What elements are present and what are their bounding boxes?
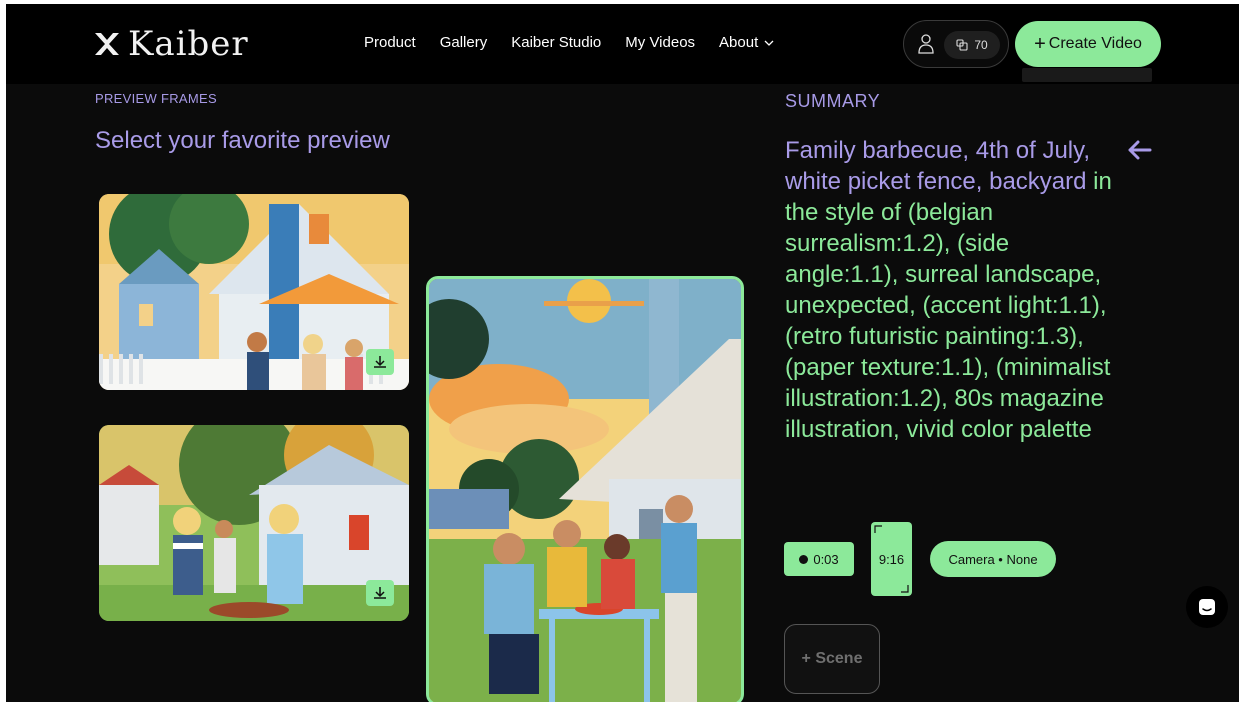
download-icon	[374, 356, 386, 368]
preview-frames-label: PREVIEW FRAMES	[95, 91, 217, 106]
back-arrow-icon[interactable]	[1124, 138, 1154, 162]
selected-preview-image	[429, 279, 741, 702]
menu-item-gallery[interactable]: Gallery	[440, 34, 488, 51]
add-scene-button[interactable]: + Scene	[784, 624, 880, 694]
create-video-label: Create Video	[1048, 35, 1142, 52]
kaiber-logo[interactable]: Kaiber	[92, 24, 249, 64]
plus-icon: +	[1034, 32, 1046, 55]
summary-label: SUMMARY	[785, 91, 881, 111]
duration-chip[interactable]: 0:03	[784, 542, 854, 576]
credits-count: 70	[974, 38, 988, 52]
credits-badge[interactable]: 70	[944, 31, 1000, 59]
preview-image-1	[99, 194, 409, 390]
download-button-2[interactable]	[366, 580, 394, 606]
menu-item-about[interactable]: About	[719, 34, 774, 51]
record-dot-icon	[799, 554, 809, 564]
chat-button[interactable]	[1186, 586, 1228, 628]
aspect-frame-icon	[874, 525, 909, 593]
main-menu: Product Gallery Kaiber Studio My Videos …	[364, 34, 798, 51]
top-nav: Kaiber Product Gallery Kaiber Studio My …	[6, 4, 1239, 84]
prompt-summary: Family barbecue, 4th of July, white pick…	[785, 135, 1125, 445]
account-pill[interactable]: 70	[903, 20, 1009, 68]
chevron-down-icon	[764, 40, 774, 46]
menu-item-product[interactable]: Product	[364, 34, 416, 51]
credits-icon	[956, 39, 968, 51]
menu-item-my-videos[interactable]: My Videos	[625, 34, 695, 51]
download-button-1[interactable]	[366, 349, 394, 375]
prompt-lead: Family barbecue, 4th of July, white pick…	[785, 137, 1091, 195]
user-icon	[918, 34, 934, 54]
logo-text: Kaiber	[128, 24, 249, 64]
camera-chip[interactable]: Camera • None	[930, 541, 1056, 577]
app-frame: Kaiber Product Gallery Kaiber Studio My …	[6, 4, 1239, 702]
aspect-ratio-chip[interactable]: 9:16	[871, 522, 912, 596]
duration-value: 0:03	[813, 551, 839, 567]
download-icon	[374, 587, 386, 599]
prompt-style: in the style of (belgian surrealism:1.2)…	[785, 168, 1112, 443]
create-video-button[interactable]: + Create Video	[1015, 21, 1161, 67]
selected-preview[interactable]	[426, 276, 744, 702]
kaiber-logo-icon	[95, 33, 119, 55]
preview-thumb-2[interactable]	[99, 425, 409, 621]
preview-image-2	[99, 425, 409, 621]
menu-item-kaiber-studio[interactable]: Kaiber Studio	[511, 34, 601, 51]
preview-heading: Select your favorite preview	[95, 127, 390, 154]
preview-thumb-1[interactable]	[99, 194, 409, 390]
chat-icon	[1199, 599, 1215, 615]
button-shadow	[1022, 68, 1152, 82]
menu-item-about-label: About	[719, 34, 759, 51]
